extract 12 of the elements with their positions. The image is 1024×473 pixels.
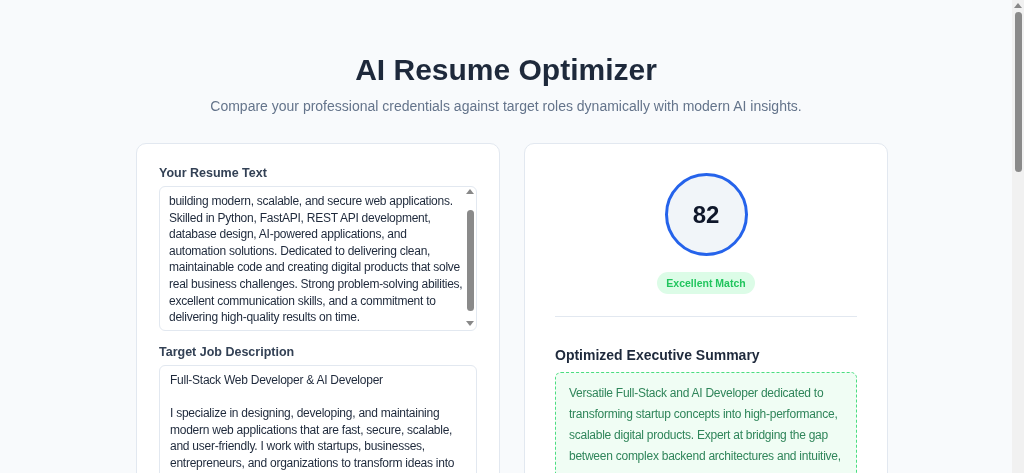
job-description-label: Target Job Description	[159, 344, 296, 359]
match-badge: Excellent Match	[657, 272, 755, 294]
score-circle: 82	[664, 173, 748, 256]
job-description-field[interactable]: Full-Stack Web Developer & AI Developer I specialize in designing, developing, and maintaining modern web applications that are fast, secure, scalable, and user-friendly. I work with startups, businesses, entrepreneurs, and organizations to transform ideas into	[159, 364, 477, 473]
summary-heading: Optimized Executive Summary	[555, 347, 761, 363]
summary-text: Versatile Full-Stack and AI Developer dedicated to transforming startup concepts into high-performance, scalable digital products. Expert at bridging the gap between complex backend architectures and intuitive,	[555, 372, 857, 473]
field-scrollbar[interactable]	[466, 189, 474, 326]
page-subtitle: Compare your professional credentials against target roles dynamically with modern AI insights.	[209, 98, 803, 114]
resume-label: Your Resume Text	[159, 166, 268, 180]
page-scrollbar[interactable]	[1012, 0, 1024, 473]
resume-text-field[interactable]: building modern, scalable, and secure web applications. Skilled in Python, FastAPI, REST API development, database design, AI-powered applications, and automation solutions. Dedicated to delivering clean, maintainable code and creating digital products that solve real business challenges. Strong problem-solving abilities, excellent communication skills, and a commitment to delivering high-quality results on time.	[159, 186, 477, 331]
page-title: AI Resume Optimizer	[354, 52, 658, 88]
